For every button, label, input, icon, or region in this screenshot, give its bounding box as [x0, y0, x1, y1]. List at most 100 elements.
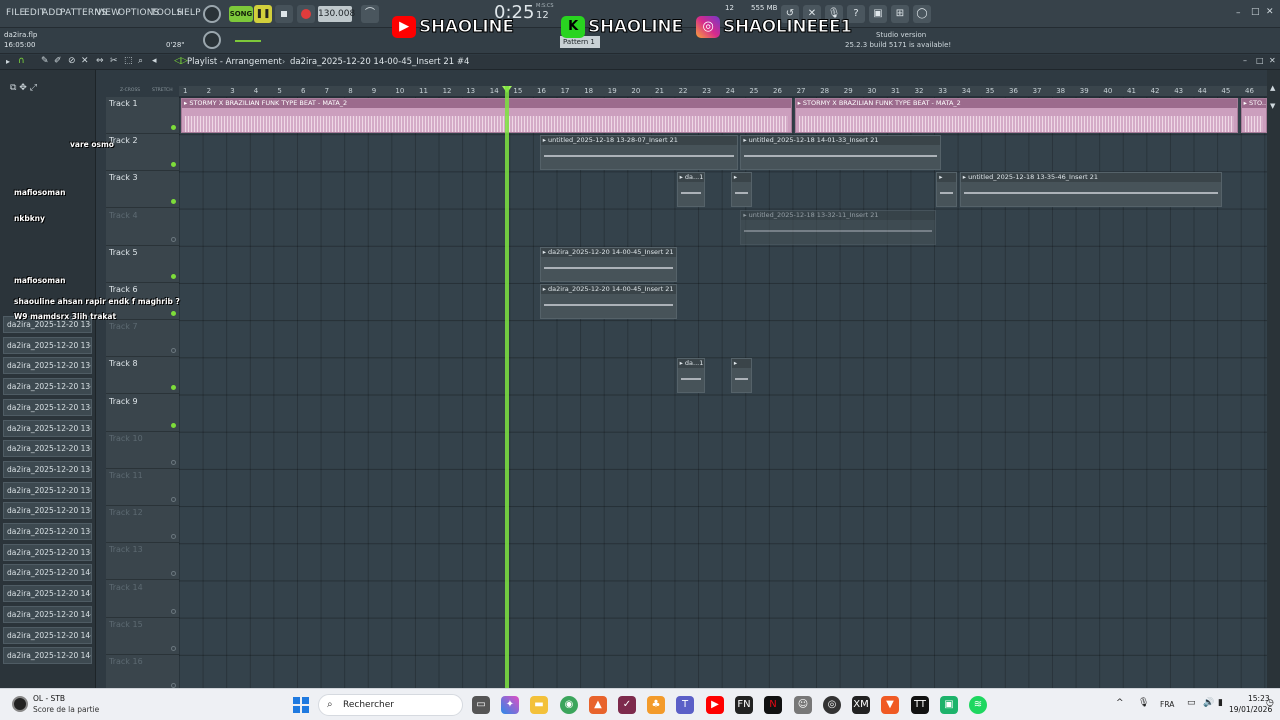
window-minimize-icon[interactable]: – [1236, 8, 1241, 18]
playlist-clip[interactable]: ▸ untitled_2025-12-18 14-01-33_Insert 21 [740, 135, 941, 171]
track-active-indicator[interactable] [171, 348, 176, 354]
master-pitch-slider[interactable] [235, 40, 261, 42]
update-notice-line1[interactable]: Studio version [876, 31, 926, 39]
browser-item[interactable]: da2ira_2025-12-20 13-5... [3, 543, 92, 561]
track-active-indicator[interactable] [171, 199, 176, 205]
track-header[interactable]: Track 7 [106, 320, 179, 358]
teams-icon[interactable]: T [676, 696, 694, 714]
song-mode-button[interactable]: SONG [229, 6, 253, 22]
netflix-icon[interactable]: N [764, 696, 782, 714]
brush-icon[interactable]: ✐ [54, 56, 62, 66]
browser-item[interactable]: da2ira_2025-12-20 14-0... [3, 564, 92, 582]
playlist-maximize-icon[interactable]: □ [1256, 56, 1264, 65]
browser-item[interactable]: da2ira_2025-12-20 13-5... [3, 336, 92, 354]
track-header[interactable]: Track 14 [106, 581, 179, 618]
record-button[interactable] [297, 5, 315, 23]
stop-button[interactable] [275, 5, 293, 23]
windows-start-icon[interactable] [293, 697, 309, 713]
arrow-right-icon[interactable]: ▸ [6, 57, 10, 66]
browser-item[interactable]: da2ira_2025-12-20 13-5... [3, 523, 92, 540]
track-active-indicator[interactable] [171, 645, 176, 651]
playlist-clip[interactable]: ▸ untitled_2025-12-18 13-32-11_Insert 21 [740, 209, 937, 245]
track-header[interactable]: Track 15 [106, 618, 179, 655]
slip-icon[interactable]: ⇔ [96, 56, 104, 66]
track-active-indicator[interactable] [171, 497, 176, 502]
search-box[interactable]: ⌕ Rechercher [318, 694, 463, 716]
track-header[interactable]: Track 3 [106, 171, 179, 209]
playlist-minimize-icon[interactable]: – [1243, 56, 1247, 65]
playlist-clip[interactable]: ▸ [936, 172, 958, 208]
save-icon[interactable]: ▣ [869, 5, 887, 23]
task-view-icon[interactable]: ▭ [472, 696, 490, 714]
battery-icon[interactable]: ▮ [1218, 698, 1223, 708]
playlist-clip[interactable]: ▸ untitled_2025-12-18 13-35-46_Insert 21 [959, 172, 1222, 208]
mixer-icon[interactable]: ⊞ [891, 5, 909, 23]
playlist-clip[interactable]: ▸ da2ira_2025-12-20 14-00-45_Insert 21 #… [539, 284, 677, 319]
chat-icon[interactable]: ◯ [913, 5, 931, 23]
track-active-indicator[interactable] [171, 162, 176, 168]
network-icon[interactable]: ▭ [1187, 698, 1196, 708]
track-header[interactable]: Track 11 [106, 469, 179, 506]
playlist-arrow-icon[interactable]: ◁▷ [174, 56, 188, 66]
track-header[interactable]: Track 8 [106, 357, 179, 395]
browser-toolbar-icon[interactable]: ⧉ ✥ ⤢ [10, 83, 37, 93]
scroll-down-icon[interactable]: ▼ [1270, 102, 1275, 110]
copilot-icon[interactable]: ✦ [501, 696, 519, 714]
playlist-clip[interactable]: ▸ [730, 172, 753, 208]
mute-icon[interactable]: ✕ [81, 56, 89, 66]
playlist-clip[interactable]: ▸ STO...2 [1240, 98, 1267, 133]
playlist-clip[interactable]: ▸ da2ira_2025-12-20 14-00-45_Insert 21 #… [539, 246, 677, 282]
tray-chevron-icon[interactable]: ^ [1116, 698, 1124, 708]
tempo-display[interactable]: 130.008 [318, 6, 355, 22]
notification-icon[interactable]: ◷ [1266, 698, 1274, 708]
track-active-indicator[interactable] [171, 311, 176, 316]
browser-item[interactable]: da2ira_2025-12-20 14-0... [3, 605, 92, 623]
track-active-indicator[interactable] [171, 125, 176, 130]
track-active-indicator[interactable] [171, 534, 176, 540]
obs-icon[interactable]: ◎ [823, 696, 841, 714]
window-maximize-icon[interactable]: □ [1251, 7, 1260, 17]
browser-item[interactable]: da2ira_2025-12-20 14-0... [3, 647, 92, 665]
window-close-icon[interactable]: ✕ [1266, 7, 1274, 17]
menu-view[interactable]: VIEW [96, 8, 120, 18]
youtube-taskbar-icon[interactable]: ▶ [706, 696, 724, 714]
browser-item[interactable]: da2ira_2025-12-20 14-0... [3, 626, 92, 644]
track-active-indicator[interactable] [171, 608, 176, 614]
fl-studio-icon[interactable]: ♣ [647, 696, 665, 714]
playback-icon[interactable]: ◂ [152, 56, 157, 66]
browser-item[interactable]: da2ira_2025-12-20 13-5... [3, 398, 92, 416]
browser-item[interactable]: da2ira_2025-12-20 13-5... [3, 357, 92, 375]
widget-title[interactable]: OL - STB [33, 694, 65, 703]
track-header[interactable]: Track 13 [106, 543, 179, 581]
track-header[interactable]: Track 9 [106, 395, 179, 432]
discord-icon[interactable]: ☺ [794, 696, 812, 714]
app-purple-icon[interactable]: ✓ [618, 696, 636, 714]
playlist-clip[interactable]: ▸ untitled_2025-12-18 13-28-07_Insert 21 [539, 135, 738, 171]
track-active-indicator[interactable] [171, 571, 176, 577]
playlist-clip[interactable]: ▸ da...1 [676, 172, 705, 208]
fn-app-icon[interactable]: FN [735, 696, 753, 714]
update-notice-line2[interactable]: 25.2.3 build 5171 is available! [845, 41, 951, 49]
master-volume-knob[interactable] [203, 5, 221, 23]
menu-help[interactable]: HELP [177, 8, 201, 18]
chrome-icon[interactable]: ◉ [560, 696, 578, 714]
magnet-icon[interactable]: ∩ [18, 56, 25, 66]
track-header[interactable]: Track 10 [106, 432, 179, 469]
pitch-knob[interactable] [203, 31, 221, 49]
browser-item[interactable]: da2ira_2025-12-20 13-5... [3, 460, 92, 478]
browser-item[interactable]: da2ira_2025-12-20 13-5... [3, 502, 92, 520]
widget-subtitle[interactable]: Score de la partie [33, 705, 99, 714]
browser-item[interactable]: da2ira_2025-12-20 13-5... [3, 440, 92, 458]
xm-app-icon[interactable]: XM [852, 696, 870, 714]
spotify-icon[interactable]: ≋ [969, 696, 987, 714]
track-header[interactable]: Track 1 [106, 97, 179, 134]
tray-mic-icon[interactable]: 🎙 [1138, 698, 1149, 708]
metronome-icon[interactable]: ⌒ [361, 5, 379, 23]
track-active-indicator[interactable] [171, 385, 176, 391]
playlist-clip[interactable]: ▸ da...1 [676, 358, 705, 394]
track-header[interactable]: Track 5 [106, 246, 179, 283]
file-explorer-icon[interactable]: ▬ [530, 696, 548, 714]
browser-item[interactable]: da2ira_2025-12-20 13-5... [3, 481, 92, 499]
widget-icon[interactable] [12, 696, 28, 712]
playlist-clip[interactable]: ▸ STORMY X BRAZILIAN FUNK TYPE BEAT - MA… [181, 98, 793, 133]
